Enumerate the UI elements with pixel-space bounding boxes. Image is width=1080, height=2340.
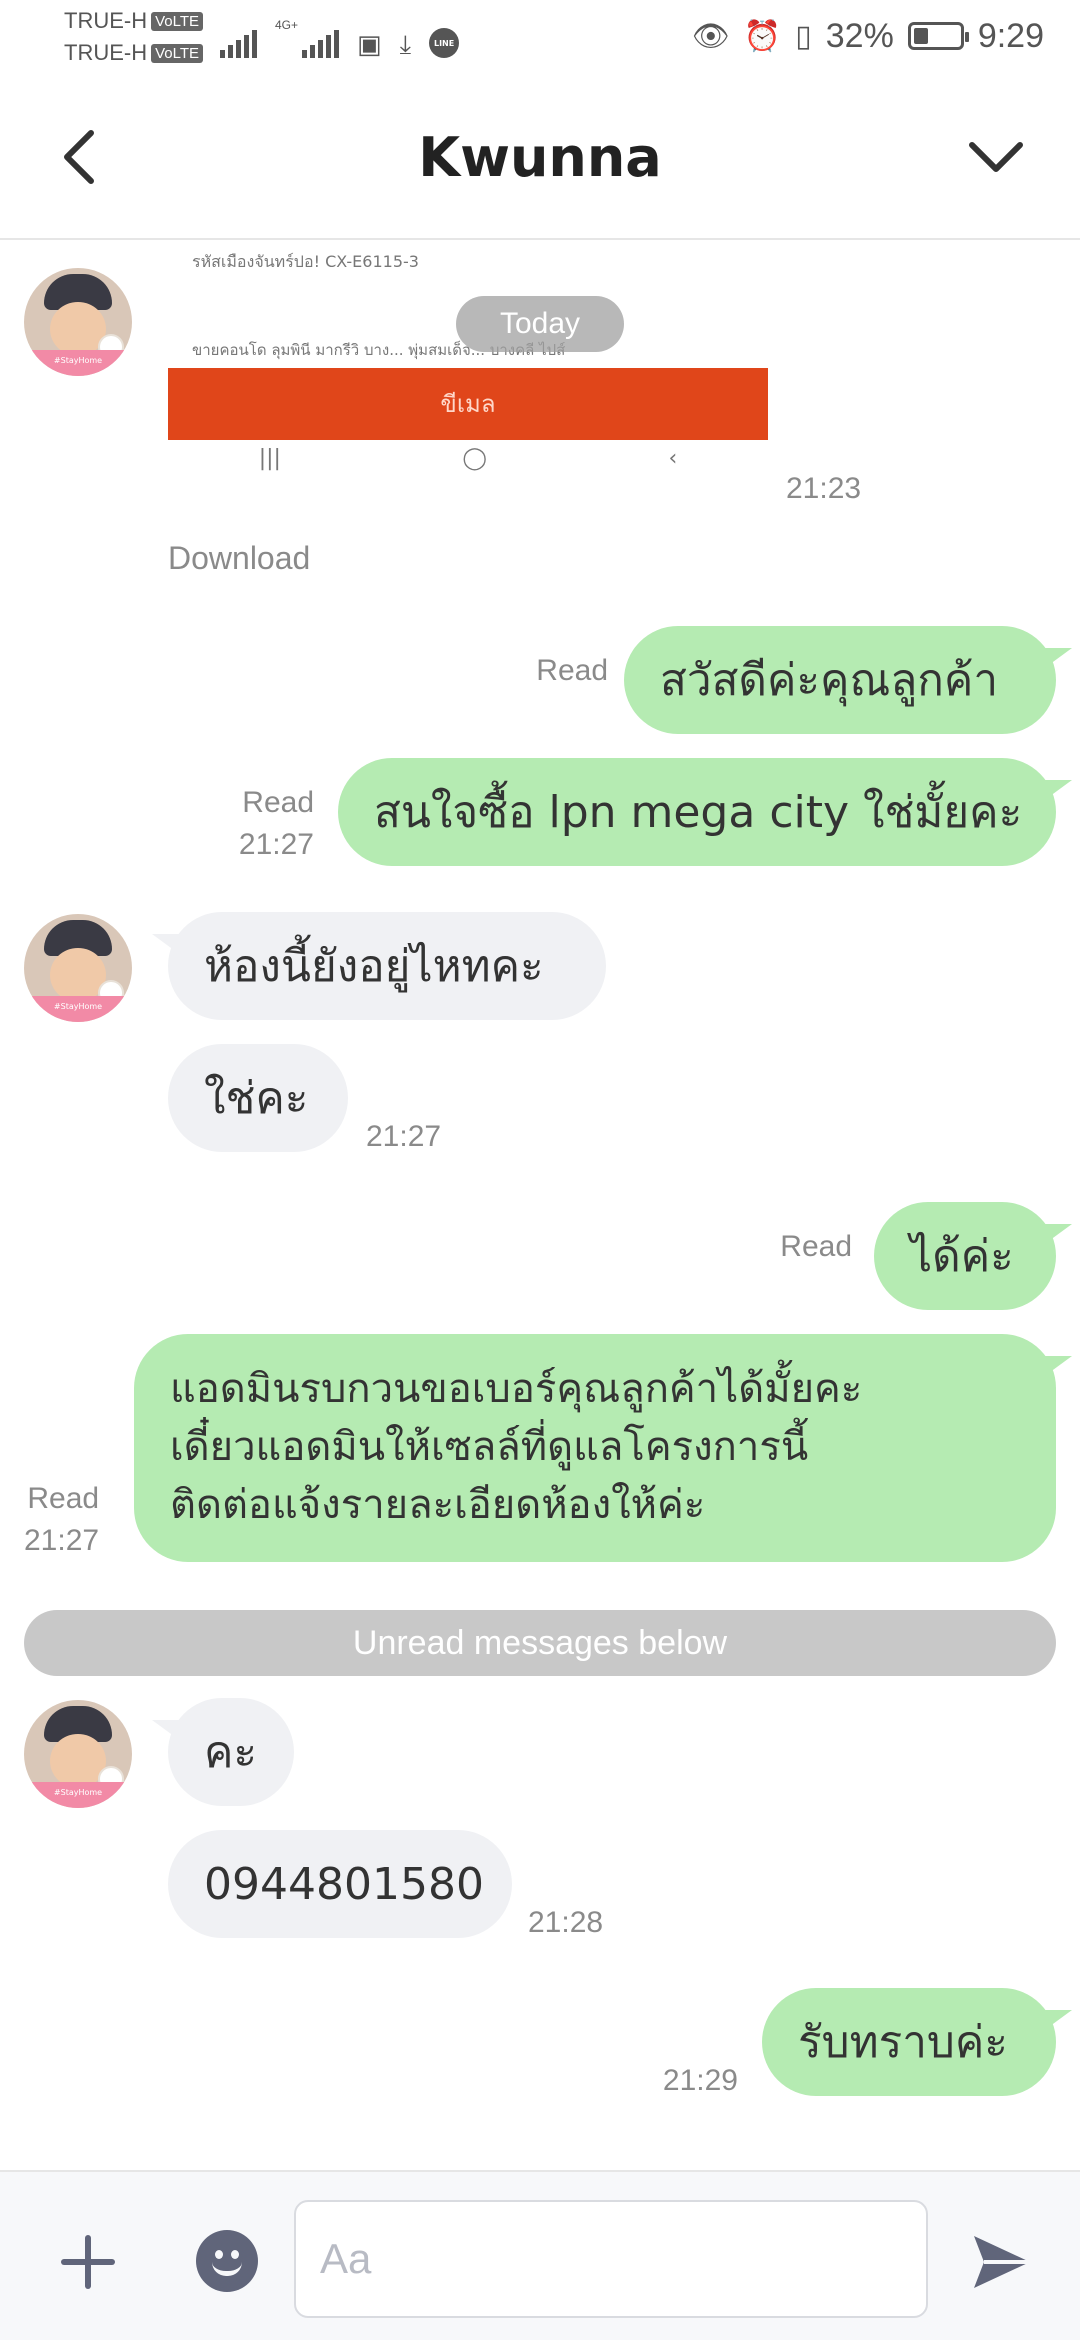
signal-icon bbox=[220, 30, 257, 58]
carrier-label-1: TRUE-H VoLTE bbox=[64, 8, 204, 34]
status-bar: TRUE-H VoLTE TRUE-H VoLTE 4G+ ▣ ⤓ LINE 👁 ⏰… bbox=[0, 0, 1080, 80]
status-icons-right: 👁 ⏰ ▯ 32% 9:29 bbox=[692, 14, 1044, 58]
alarm-icon: ⏰ bbox=[743, 19, 782, 53]
message-time: 21:27 bbox=[366, 1120, 442, 1153]
avatar-badge: #StayHome bbox=[24, 996, 132, 1022]
plus-icon bbox=[61, 2235, 115, 2289]
carrier-label-2: TRUE-H VoLTE bbox=[64, 40, 204, 66]
battery-icon bbox=[907, 22, 969, 50]
vibrate-icon: ▯ bbox=[795, 19, 812, 53]
volte-badge: VoLTE bbox=[151, 12, 204, 31]
read-receipt: Read bbox=[780, 1230, 852, 1263]
message-text: รับทราบค่ะ bbox=[798, 2017, 1008, 2068]
download-icon: ⤓ bbox=[399, 30, 412, 60]
sim-icon: ▣ bbox=[357, 30, 382, 60]
chevron-down-icon bbox=[969, 142, 1023, 172]
message-input[interactable] bbox=[294, 2200, 928, 2318]
date-divider: Today bbox=[456, 296, 624, 352]
message-bubble-outgoing[interactable]: รับทราบค่ะ bbox=[762, 1988, 1072, 2096]
message-time: 21:29 bbox=[662, 2064, 738, 2097]
download-link[interactable]: Download bbox=[168, 540, 310, 577]
battery-fill bbox=[913, 28, 928, 44]
message-bubble-outgoing[interactable]: สวัสดีค่ะคุณลูกค้า bbox=[624, 626, 1072, 734]
add-attachment-button[interactable] bbox=[48, 2222, 128, 2302]
message-text: แอดมินรบกวนขอเบอร์คุณลูกค้าได้มั้ยคะ เดี… bbox=[170, 1366, 863, 1528]
image-text-line: รหัสเมืองจันทร์ปอ! CX-E6115-3 bbox=[192, 252, 419, 271]
eye-icon: 👁 bbox=[691, 19, 730, 53]
chat-title: Kwunna bbox=[418, 126, 662, 189]
message-bubble-incoming[interactable]: ห้องนี้ยังอยู่ไหทคะ bbox=[152, 912, 606, 1020]
image-message[interactable]: รหัสเมืองจันทร์ปอ! CX-E6115-3 ขายคอนโด ล… bbox=[168, 242, 768, 472]
message-time: 21:23 bbox=[786, 472, 862, 505]
message-text: สนใจซื้อ lpn mega city ใช่มั้ยคะ bbox=[374, 787, 1023, 838]
message-list[interactable]: #StayHome รหัสเมืองจันทร์ปอ! CX-E6115-3 … bbox=[0, 242, 1080, 2170]
image-nav-bar: ||| ◯ ‹ bbox=[168, 446, 768, 472]
message-bubble-incoming[interactable]: ใช่คะ bbox=[168, 1044, 348, 1152]
battery-percent: 32% bbox=[825, 16, 894, 55]
send-button[interactable] bbox=[952, 2214, 1052, 2310]
message-time: 21:28 bbox=[528, 1906, 604, 1939]
read-label: Read bbox=[27, 1482, 100, 1515]
emoji-icon[interactable] bbox=[196, 2230, 258, 2292]
message-bubble-outgoing[interactable]: ได้ค่ะ bbox=[874, 1202, 1072, 1310]
read-receipt: Read 21:27 bbox=[24, 1478, 99, 1562]
menu-icon: ||| bbox=[258, 446, 281, 471]
status-icons-left: 4G+ ▣ ⤓ LINE bbox=[220, 18, 460, 60]
message-text: ได้ค่ะ bbox=[910, 1231, 1014, 1282]
message-text: ห้องนี้ยังอยู่ไหทคะ bbox=[204, 941, 544, 992]
message-text: สวัสดีค่ะคุณลูกค้า bbox=[660, 655, 999, 706]
message-input-bar bbox=[0, 2170, 1080, 2340]
avatar[interactable]: #StayHome bbox=[24, 1700, 132, 1808]
volte-badge: VoLTE bbox=[151, 44, 204, 63]
message-bubble-incoming[interactable]: 0944801580 bbox=[168, 1830, 512, 1938]
home-icon: ◯ bbox=[462, 446, 488, 471]
avatar[interactable]: #StayHome bbox=[24, 268, 132, 376]
message-time: 21:27 bbox=[24, 1524, 100, 1557]
message-text: ใช่คะ bbox=[204, 1073, 309, 1124]
message-bubble-outgoing[interactable]: สนใจซื้อ lpn mega city ใช่มั้ยคะ bbox=[338, 758, 1072, 866]
message-bubble-incoming[interactable]: คะ bbox=[152, 1698, 294, 1806]
back-icon: ‹ bbox=[668, 446, 678, 471]
avatar-badge: #StayHome bbox=[24, 350, 132, 376]
message-text: 0944801580 bbox=[204, 1858, 484, 1910]
read-label: Read bbox=[242, 786, 314, 819]
line-app-icon: LINE bbox=[429, 28, 460, 58]
read-receipt: Read 21:27 bbox=[239, 782, 314, 866]
unread-divider: Unread messages below bbox=[24, 1610, 1056, 1676]
message-bubble-outgoing[interactable]: แอดมินรบกวนขอเบอร์คุณลูกค้าได้มั้ยคะ เดี… bbox=[134, 1334, 1072, 1562]
message-text: คะ bbox=[204, 1727, 258, 1778]
network-type-label: 4G+ bbox=[275, 18, 299, 32]
avatar[interactable]: #StayHome bbox=[24, 914, 132, 1022]
menu-toggle-button[interactable] bbox=[956, 120, 1036, 194]
read-receipt: Read bbox=[536, 654, 608, 687]
chat-header: Kwunna bbox=[0, 80, 1080, 240]
send-icon bbox=[974, 2236, 1030, 2288]
clock: 9:29 bbox=[977, 16, 1044, 55]
avatar-badge: #StayHome bbox=[24, 1782, 132, 1808]
image-red-button: ขีเมล bbox=[168, 368, 768, 440]
message-time: 21:27 bbox=[238, 828, 314, 861]
signal-icon-2 bbox=[302, 30, 340, 58]
